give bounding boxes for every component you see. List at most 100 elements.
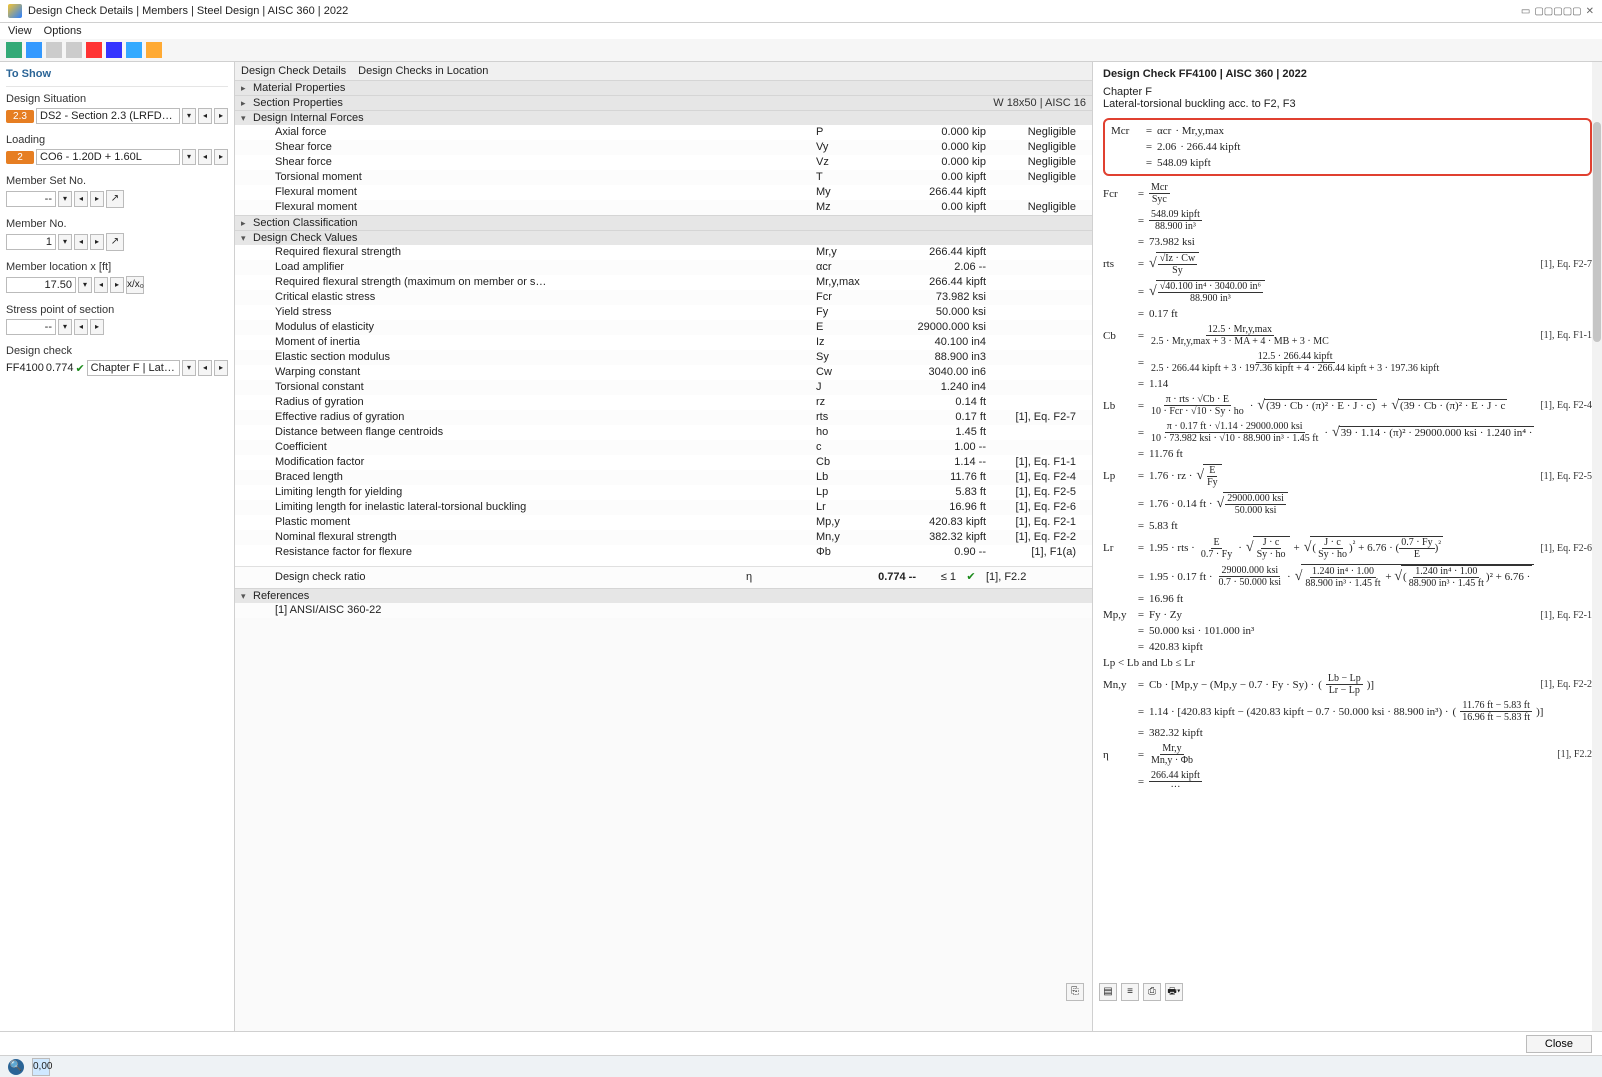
- search-icon[interactable]: 🔍: [8, 1059, 24, 1075]
- design-check-select[interactable]: Chapter F | Lateral-torsio...: [87, 360, 180, 376]
- expand-icon[interactable]: ▸: [241, 98, 253, 109]
- tool-icon-7[interactable]: [126, 42, 142, 58]
- value-row: Distance between flange centroidsho1.45 …: [235, 425, 1092, 440]
- check-icon: ✔: [956, 570, 986, 585]
- section-material[interactable]: ▸Material Properties: [235, 80, 1092, 95]
- expand-icon[interactable]: ▸: [241, 83, 253, 94]
- value-row: Load amplifierαcr2.06 --: [235, 260, 1092, 275]
- next-button[interactable]: ▸: [214, 360, 228, 376]
- tool-icon-4[interactable]: [66, 42, 82, 58]
- tool-icon-6[interactable]: [106, 42, 122, 58]
- mcr-highlight: Mcr=αcr· Mr,y,max =2.06· 266.44 kipft =5…: [1103, 118, 1592, 176]
- maximize-icon[interactable]: ▢▢▢▢▢: [1534, 6, 1581, 17]
- next-button[interactable]: ▸: [110, 277, 124, 293]
- collapse-icon[interactable]: ▾: [241, 591, 253, 602]
- chevron-down-icon[interactable]: ▾: [182, 149, 196, 165]
- next-button[interactable]: ▸: [90, 319, 104, 335]
- value-row: Torsional constantJ1.240 in4: [235, 380, 1092, 395]
- chevron-down-icon[interactable]: ▾: [58, 191, 72, 207]
- export-icon[interactable]: ⎘: [1066, 983, 1084, 1001]
- next-button[interactable]: ▸: [214, 149, 228, 165]
- collapse-icon[interactable]: ▾: [241, 113, 253, 124]
- print-icon[interactable]: 🖶▾: [1165, 983, 1183, 1001]
- window-title: Design Check Details | Members | Steel D…: [28, 5, 348, 17]
- section-classification[interactable]: ▸Section Classification: [235, 215, 1092, 230]
- value-row: Modulus of elasticityE29000.000 ksi: [235, 320, 1092, 335]
- prev-button[interactable]: ◂: [74, 191, 88, 207]
- tab-details[interactable]: Design Check Details: [241, 65, 346, 77]
- force-row: Shear forceVz0.000 kipNegligible: [235, 155, 1092, 170]
- view-icon-2[interactable]: ≡: [1121, 983, 1139, 1001]
- design-situation-label: Design Situation: [6, 93, 228, 105]
- prev-button[interactable]: ◂: [74, 234, 88, 250]
- value-row: Resistance factor for flexureΦb0.90 --[1…: [235, 545, 1092, 560]
- tool-icon-3[interactable]: [46, 42, 62, 58]
- right-panel: Design Check FF4100 | AISC 360 | 2022 Ch…: [1093, 62, 1602, 1031]
- chevron-down-icon[interactable]: ▾: [58, 319, 72, 335]
- force-row: Flexural momentMy266.44 kipft: [235, 185, 1092, 200]
- prev-button[interactable]: ◂: [94, 277, 108, 293]
- ds-badge: 2.3: [6, 110, 34, 123]
- next-button[interactable]: ▸: [90, 234, 104, 250]
- section-shape: W 18x50 | AISC 16: [993, 97, 1086, 109]
- titlebar: Design Check Details | Members | Steel D…: [0, 0, 1602, 23]
- left-panel: To Show Design Situation 2.3 DS2 - Secti…: [0, 62, 235, 1031]
- xx-button[interactable]: x/x₀: [126, 276, 144, 294]
- value-row: Required flexural strengthMr,y266.44 kip…: [235, 245, 1092, 260]
- chevron-down-icon[interactable]: ▾: [182, 108, 196, 124]
- reference-row: [1] ANSI/AISC 360-22: [235, 603, 1092, 618]
- member-no-select[interactable]: 1: [6, 234, 56, 250]
- value-row: Nominal flexural strengthMn,y382.32 kipf…: [235, 530, 1092, 545]
- pick-icon[interactable]: ↗: [106, 190, 124, 208]
- section-section-props[interactable]: ▸Section PropertiesW 18x50 | AISC 16: [235, 95, 1092, 110]
- prev-button[interactable]: ◂: [198, 108, 212, 124]
- prev-button[interactable]: ◂: [198, 149, 212, 165]
- next-button[interactable]: ▸: [214, 108, 228, 124]
- tool-icon-2[interactable]: [26, 42, 42, 58]
- view-icon-1[interactable]: ▤: [1099, 983, 1117, 1001]
- chevron-down-icon[interactable]: ▾: [182, 360, 196, 376]
- chevron-down-icon[interactable]: ▾: [78, 277, 92, 293]
- member-loc-label: Member location x [ft]: [6, 261, 228, 273]
- loading-select[interactable]: CO6 - 1.20D + 1.60L: [36, 149, 180, 165]
- scrollbar[interactable]: [1592, 62, 1602, 1031]
- tool-icon-8[interactable]: [146, 42, 162, 58]
- next-button[interactable]: ▸: [90, 191, 104, 207]
- design-check-label: Design check: [6, 345, 228, 357]
- chevron-down-icon[interactable]: ▾: [58, 234, 72, 250]
- collapse-icon[interactable]: ▾: [241, 233, 253, 244]
- tab-location[interactable]: Design Checks in Location: [358, 65, 488, 77]
- tool-icon-1[interactable]: [6, 42, 22, 58]
- member-set-select[interactable]: --: [6, 191, 56, 207]
- prev-button[interactable]: ◂: [198, 360, 212, 376]
- expand-icon[interactable]: ▸: [241, 218, 253, 229]
- tool-icon-5[interactable]: [86, 42, 102, 58]
- check-icon: ✔: [75, 362, 84, 375]
- stress-point-select[interactable]: --: [6, 319, 56, 335]
- value-row: Radius of gyrationrz0.14 ft: [235, 395, 1092, 410]
- design-situation-select[interactable]: DS2 - Section 2.3 (LRFD), 1. to 5.: [36, 108, 180, 124]
- view-icon-3[interactable]: ⎙: [1143, 983, 1161, 1001]
- ratio-row: Design check ratio η 0.774 -- ≤ 1 ✔ [1],…: [235, 566, 1092, 588]
- close-button[interactable]: Close: [1526, 1035, 1592, 1053]
- close-icon[interactable]: ✕: [1586, 6, 1594, 17]
- force-row: Torsional momentT0.00 kipftNegligible: [235, 170, 1092, 185]
- member-loc-input[interactable]: 17.50: [6, 277, 76, 293]
- loading-badge: 2: [6, 151, 34, 164]
- section-references[interactable]: ▾References: [235, 588, 1092, 603]
- value-row: Coefficientc1.00 --: [235, 440, 1092, 455]
- section-values[interactable]: ▾Design Check Values: [235, 230, 1092, 245]
- value-row: Elastic section modulusSy88.900 in3: [235, 350, 1092, 365]
- pick-icon[interactable]: ↗: [106, 233, 124, 251]
- menu-options[interactable]: Options: [44, 25, 82, 37]
- prev-button[interactable]: ◂: [74, 319, 88, 335]
- panel-title: To Show: [6, 66, 228, 87]
- decimal-icon[interactable]: 0,00: [32, 1058, 50, 1076]
- value-row: Yield stressFy50.000 ksi: [235, 305, 1092, 320]
- value-row: Plastic momentMp,y420.83 kipft[1], Eq. F…: [235, 515, 1092, 530]
- condition-text: Lp < Lb and Lb ≤ Lr: [1103, 657, 1195, 669]
- minimize-icon[interactable]: ▭: [1521, 6, 1530, 17]
- section-forces[interactable]: ▾Design Internal Forces: [235, 110, 1092, 125]
- menu-view[interactable]: View: [8, 25, 32, 37]
- right-title: Design Check FF4100 | AISC 360 | 2022: [1103, 66, 1592, 86]
